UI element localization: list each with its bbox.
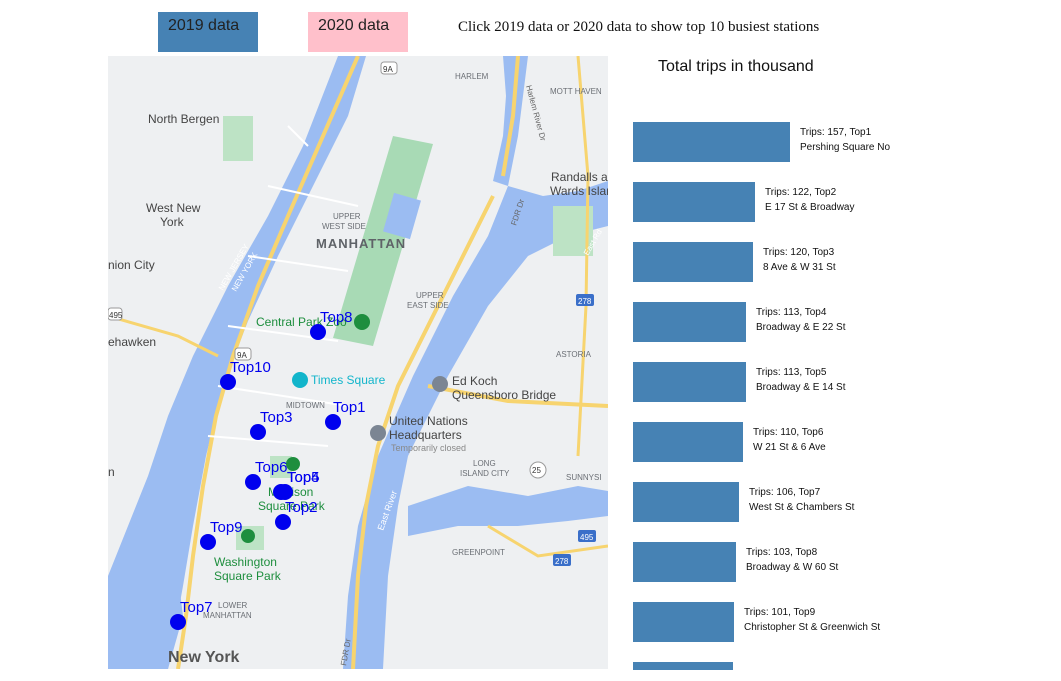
park-north-bergen xyxy=(223,116,253,161)
label-weehawken: ehawken xyxy=(108,335,156,349)
chart-title: Total trips in thousand xyxy=(658,58,814,75)
label-uws-1: UPPER xyxy=(333,212,361,221)
station-marker-top5[interactable] xyxy=(277,484,293,500)
station-marker-top6[interactable] xyxy=(245,474,261,490)
bar-top8 xyxy=(633,542,736,582)
bar-station-top2: E 17 St & Broadway xyxy=(765,202,855,213)
route-495-text-2: 495 xyxy=(109,311,123,320)
2019-data-button[interactable]: 2019 data xyxy=(158,12,258,52)
label-washington-1: Washington xyxy=(214,555,277,569)
station-label-top9: Top9 xyxy=(210,519,243,536)
label-west-new-york-2: York xyxy=(160,215,185,229)
times-square-icon xyxy=(292,372,308,388)
label-greenpoint: GREENPOINT xyxy=(452,548,505,557)
label-harlem: HARLEM xyxy=(455,72,489,81)
station-marker-top8[interactable] xyxy=(310,324,326,340)
label-ues-2: EAST SIDE xyxy=(407,301,449,310)
bar-station-top4: Broadway & E 22 St xyxy=(756,322,846,333)
bridge-icon xyxy=(432,376,448,392)
bar-label-top8: Trips: 103, Top8 xyxy=(746,547,818,558)
zoo-icon xyxy=(354,314,370,330)
label-ed-koch-2: Queensboro Bridge xyxy=(452,388,556,402)
bar-station-top9: Christopher St & Greenwich St xyxy=(744,622,881,633)
station-marker-top1[interactable] xyxy=(325,414,341,430)
bar-top4 xyxy=(633,302,746,342)
label-randalls-2: Wards Islan xyxy=(550,184,608,198)
bar-label-top3: Trips: 120, Top3 xyxy=(763,247,835,258)
station-label-top2: Top2 xyxy=(285,499,318,516)
label-uws-2: WEST SIDE xyxy=(322,222,366,231)
station-marker-top3[interactable] xyxy=(250,424,266,440)
bar-station-top6: W 21 St & 6 Ave xyxy=(753,442,826,453)
route-278-text-2: 278 xyxy=(555,557,569,566)
label-new-york: New York xyxy=(168,649,240,666)
label-randalls-1: Randalls a xyxy=(551,170,608,184)
label-ed-koch-1: Ed Koch xyxy=(452,374,497,388)
label-lic-2: ISLAND CITY xyxy=(460,469,510,478)
route-495-text: 495 xyxy=(580,533,594,542)
bar-top3 xyxy=(633,242,753,282)
bar-label-top9: Trips: 101, Top9 xyxy=(744,607,816,618)
bar-label-top4: Trips: 113, Top4 xyxy=(756,307,827,318)
washington-park-icon xyxy=(241,529,255,543)
station-label-top8: Top8 xyxy=(320,309,353,326)
bar-top9 xyxy=(633,602,734,642)
label-washington-2: Square Park xyxy=(214,569,282,583)
station-marker-top7[interactable] xyxy=(170,614,186,630)
bar-label-top6: Trips: 110, Top6 xyxy=(753,427,824,438)
bar-chart: Trips: 157, Top1 Pershing Square No Trips:… xyxy=(633,100,1053,670)
label-ues-1: UPPER xyxy=(416,291,444,300)
bar-station-top5: Broadway & E 14 St xyxy=(756,382,846,393)
station-label-top10: Top10 xyxy=(230,359,271,376)
station-label-top6: Top6 xyxy=(255,459,288,476)
map-canvas[interactable]: 9A 9A 278 278 495 495 25 North Bergen We… xyxy=(108,56,608,669)
bar-top5 xyxy=(633,362,746,402)
bar-top2 xyxy=(633,182,755,222)
bar-top1 xyxy=(633,122,790,162)
bar-station-top7: West St & Chambers St xyxy=(749,502,855,513)
bar-top6 xyxy=(633,422,743,462)
label-un-1: United Nations xyxy=(389,414,468,428)
bar-label-top5: Trips: 113, Top5 xyxy=(756,367,827,378)
bar-label-top2: Trips: 122, Top2 xyxy=(765,187,837,198)
station-marker-top2[interactable] xyxy=(275,514,291,530)
station-label-top5: Top5 xyxy=(287,469,320,486)
bar-station-top1: Pershing Square No xyxy=(800,142,891,153)
label-west-new-york-1: West New xyxy=(146,201,201,215)
route-9a-text: 9A xyxy=(383,65,393,74)
label-union-city: nion City xyxy=(108,258,155,272)
bar-station-top8: Broadway & W 60 St xyxy=(746,562,839,573)
bar-label-top7: Trips: 106, Top7 xyxy=(749,487,821,498)
bar-top10 xyxy=(633,662,733,670)
label-astoria: ASTORIA xyxy=(556,350,592,359)
un-icon xyxy=(370,425,386,441)
label-times-square: Times Square xyxy=(311,373,386,387)
route-278-text: 278 xyxy=(578,297,592,306)
map-view[interactable]: 9A 9A 278 278 495 495 25 North Bergen We… xyxy=(108,56,608,669)
label-lower-manhattan-1: LOWER xyxy=(218,601,248,610)
label-un-2: Headquarters xyxy=(389,428,462,442)
bar-station-top3: 8 Ave & W 31 St xyxy=(763,262,836,273)
label-sunnyside: SUNNYSI xyxy=(566,473,602,482)
bar-top7 xyxy=(633,482,739,522)
label-n: n xyxy=(108,465,115,479)
station-label-top3: Top3 xyxy=(260,409,293,426)
2020-data-button[interactable]: 2020 data xyxy=(308,12,408,52)
station-marker-top9[interactable] xyxy=(200,534,216,550)
label-mott-haven: MOTT HAVEN xyxy=(550,87,602,96)
label-north-bergen: North Bergen xyxy=(148,112,219,126)
station-marker-top10[interactable] xyxy=(220,374,236,390)
label-lic-1: LONG xyxy=(473,459,496,468)
bar-label-top1: Trips: 157, Top1 xyxy=(800,127,872,138)
route-25-text: 25 xyxy=(532,466,541,475)
instruction-text: Click 2019 data or 2020 data to show top… xyxy=(458,19,820,35)
label-un-3: Temporarily closed xyxy=(391,443,466,453)
station-label-top1: Top1 xyxy=(333,399,366,416)
station-label-top7: Top7 xyxy=(180,599,213,616)
label-manhattan: MANHATTAN xyxy=(316,236,406,251)
